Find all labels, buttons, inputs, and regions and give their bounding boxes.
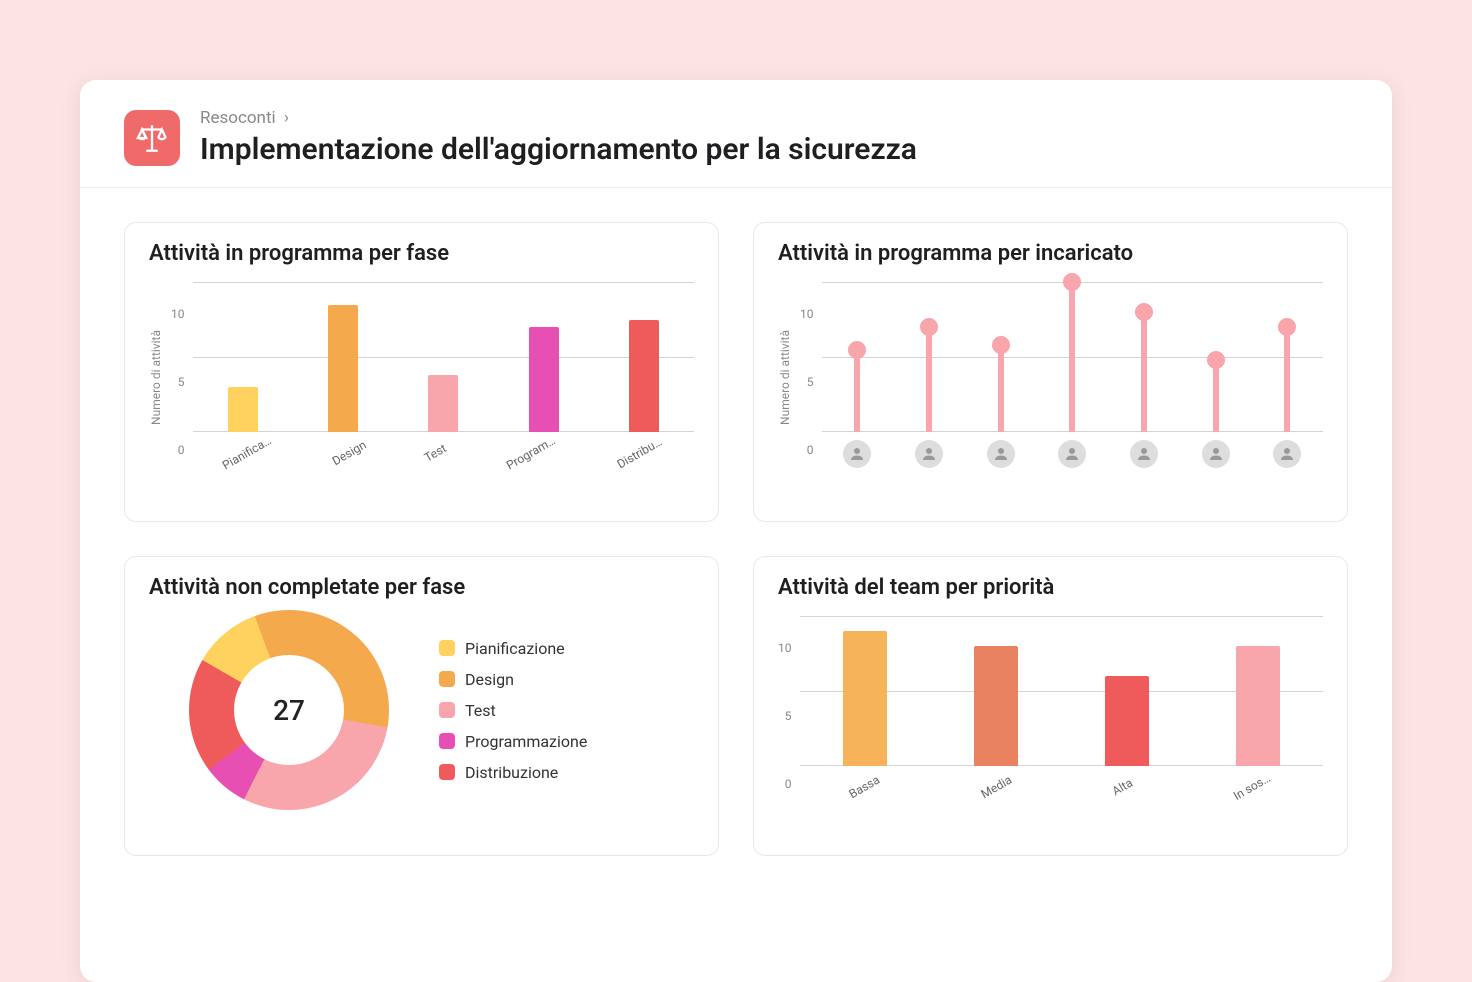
bar xyxy=(974,646,1018,766)
bar xyxy=(328,305,358,433)
bar xyxy=(529,327,559,432)
swatch xyxy=(439,764,455,780)
lollipop-bar xyxy=(854,350,860,433)
card-priority: Attività del team per priorità 10 5 0 Ba… xyxy=(753,556,1348,856)
card-title: Attività non completate per fase xyxy=(149,575,694,600)
header: Resoconti › Implementazione dell'aggiorn… xyxy=(80,80,1392,188)
scales-icon xyxy=(124,110,180,166)
x-label: Pianifica… xyxy=(220,433,274,472)
lollipop-bar xyxy=(1141,312,1147,432)
legend-item: Test xyxy=(439,701,587,720)
y-ticks: 10 5 0 xyxy=(800,307,814,457)
card-phase: Attività in programma per fase Numero di… xyxy=(124,222,719,522)
legend-item: Distribuzione xyxy=(439,763,587,782)
avatar xyxy=(843,440,871,468)
donut-chart: 27 xyxy=(189,610,389,810)
legend-item: Programmazione xyxy=(439,732,587,751)
lollipop-bar xyxy=(926,327,932,432)
lollipop-bar xyxy=(998,345,1004,432)
y-axis-label: Numero di attività xyxy=(149,330,163,425)
lollipop-bar xyxy=(1213,360,1219,432)
x-label: In sos… xyxy=(1231,771,1273,803)
bar xyxy=(228,387,258,432)
chart-grid: Attività in programma per fase Numero di… xyxy=(80,188,1392,890)
avatar xyxy=(987,440,1015,468)
x-label: Test xyxy=(422,441,449,465)
donut-center-value: 27 xyxy=(234,655,344,765)
legend-item: Pianificazione xyxy=(439,639,587,658)
bar-chart-phase: Numero di attività 10 5 0 Pianifica… Desi… xyxy=(149,272,694,482)
bar xyxy=(843,631,887,766)
breadcrumb-label: Resoconti xyxy=(200,108,276,128)
x-label: Media xyxy=(979,773,1015,802)
bar-chart-priority: 10 5 0 Bassa Media Alta In sos… xyxy=(778,606,1323,816)
avatar xyxy=(1273,440,1301,468)
y-ticks: 10 5 0 xyxy=(171,307,185,457)
x-label: Design xyxy=(330,438,369,468)
swatch xyxy=(439,671,455,687)
y-ticks: 10 5 0 xyxy=(778,641,792,791)
card-title: Attività in programma per fase xyxy=(149,241,694,266)
bar-chart-assignee: Numero di attività 10 5 0 xyxy=(778,272,1323,482)
page-title: Implementazione dell'aggiornamento per l… xyxy=(200,132,917,167)
swatch xyxy=(439,702,455,718)
swatch xyxy=(439,733,455,749)
bar xyxy=(428,375,458,432)
dashboard-panel: Resoconti › Implementazione dell'aggiorn… xyxy=(80,80,1392,982)
chevron-right-icon: › xyxy=(284,108,289,128)
legend-item: Design xyxy=(439,670,587,689)
card-title: Attività in programma per incaricato xyxy=(778,241,1323,266)
bar xyxy=(1236,646,1280,766)
y-axis-label: Numero di attività xyxy=(778,330,792,425)
breadcrumb[interactable]: Resoconti › xyxy=(200,108,917,128)
avatar xyxy=(1058,440,1086,468)
bar xyxy=(1105,676,1149,766)
card-title: Attività del team per priorità xyxy=(778,575,1323,600)
legend: Pianificazione Design Test Programmazion… xyxy=(439,639,587,782)
x-label: Alta xyxy=(1110,776,1135,799)
lollipop-bar xyxy=(1069,282,1075,432)
card-incomplete: Attività non completate per fase 27 Pian… xyxy=(124,556,719,856)
swatch xyxy=(439,640,455,656)
x-label: Program… xyxy=(504,433,558,472)
lollipop-bar xyxy=(1284,327,1290,432)
x-label: Distribu… xyxy=(615,435,665,472)
avatar xyxy=(1202,440,1230,468)
avatar xyxy=(1130,440,1158,468)
avatar xyxy=(915,440,943,468)
card-assignee: Attività in programma per incaricato Num… xyxy=(753,222,1348,522)
x-label: Bassa xyxy=(847,773,883,802)
bar xyxy=(629,320,659,433)
